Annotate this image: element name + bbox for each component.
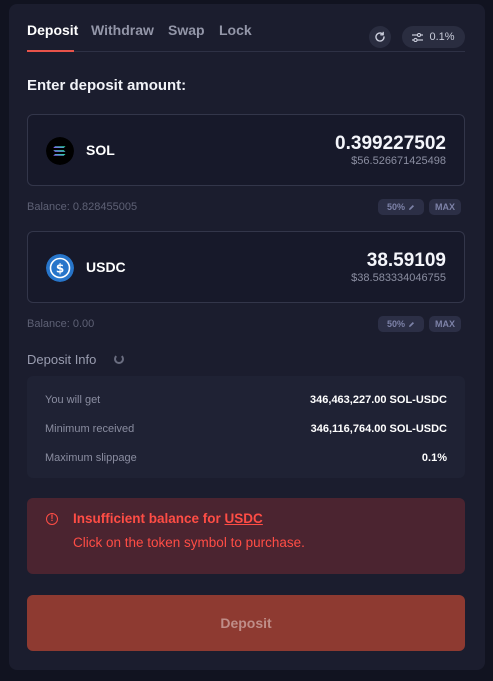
refresh-button[interactable] — [369, 26, 391, 48]
info-row: Minimum received 346,116,764.00 SOL-USDC — [45, 423, 447, 435]
max-button-sol[interactable]: MAX — [429, 199, 461, 215]
error-title: Insufficient balance for USDC — [73, 511, 263, 526]
tab-bar: Deposit Withdraw Swap Lock — [27, 22, 465, 52]
deposit-info-box: You will get 346,463,227.00 SOL-USDC Min… — [27, 376, 465, 478]
tab-withdraw[interactable]: Withdraw — [91, 22, 154, 38]
balance-sol: Balance: 0.828455005 — [27, 201, 138, 213]
half-button-sol[interactable]: 50% — [378, 199, 424, 215]
pencil-icon — [409, 321, 414, 327]
token-input-usdc[interactable]: $ USDC 38.59109 $38.583334046755 — [27, 231, 465, 303]
usdc-logo-icon: $ — [46, 254, 74, 282]
purchase-token-link[interactable]: USDC — [225, 511, 263, 526]
token-symbol-usdc[interactable]: USDC — [86, 259, 126, 275]
amount-input-sol[interactable]: 0.399227502 — [335, 133, 446, 155]
slippage-settings-button[interactable]: 0.1% — [402, 26, 465, 48]
refresh-icon — [375, 31, 385, 42]
svg-text:$: $ — [56, 262, 64, 276]
usd-value-sol: $56.526671425498 — [351, 155, 446, 167]
error-title-text: Insufficient balance for — [73, 511, 221, 526]
half-label-sol: 50% — [386, 202, 405, 212]
active-tab-underline — [27, 50, 74, 52]
half-label-usdc: 50% — [386, 319, 405, 329]
pencil-icon — [409, 204, 414, 210]
info-label: Maximum slippage — [45, 452, 137, 464]
usd-value-usdc: $38.583334046755 — [351, 272, 446, 284]
amount-input-usdc[interactable]: 38.59109 — [367, 250, 446, 272]
info-value: 346,116,764.00 SOL-USDC — [310, 423, 447, 435]
max-button-usdc[interactable]: MAX — [429, 316, 461, 332]
info-label: Minimum received — [45, 423, 135, 435]
slippage-value: 0.1% — [429, 31, 455, 43]
deposit-button[interactable]: Deposit — [27, 595, 465, 651]
info-row: Maximum slippage 0.1% — [45, 452, 447, 464]
info-label: You will get — [45, 394, 101, 406]
info-value: 0.1% — [421, 452, 447, 464]
deposit-panel: Deposit Withdraw Swap Lock 0.1% Enter de… — [9, 4, 485, 670]
tab-deposit[interactable]: Deposit — [27, 22, 78, 38]
info-value: 346,463,227.00 SOL-USDC — [310, 394, 447, 406]
tab-lock[interactable]: Lock — [219, 22, 252, 38]
token-input-sol[interactable]: SOL 0.399227502 $56.526671425498 — [27, 114, 465, 186]
alert-icon: ! — [46, 513, 58, 525]
half-button-usdc[interactable]: 50% — [378, 316, 424, 332]
info-row: You will get 346,463,227.00 SOL-USDC — [45, 394, 447, 406]
error-subtitle: Click on the token symbol to purchase. — [73, 535, 305, 550]
token-symbol-sol[interactable]: SOL — [86, 142, 115, 158]
solana-logo-icon — [46, 137, 74, 165]
tab-swap[interactable]: Swap — [168, 22, 205, 38]
balance-usdc: Balance: 0.00 — [27, 318, 95, 330]
insufficient-balance-alert: ! Insufficient balance for USDC Click on… — [27, 498, 465, 574]
sliders-icon — [412, 32, 424, 42]
deposit-info-title: Deposit Info — [27, 352, 97, 367]
loading-spinner-icon — [114, 354, 124, 364]
deposit-heading: Enter deposit amount: — [27, 77, 187, 94]
